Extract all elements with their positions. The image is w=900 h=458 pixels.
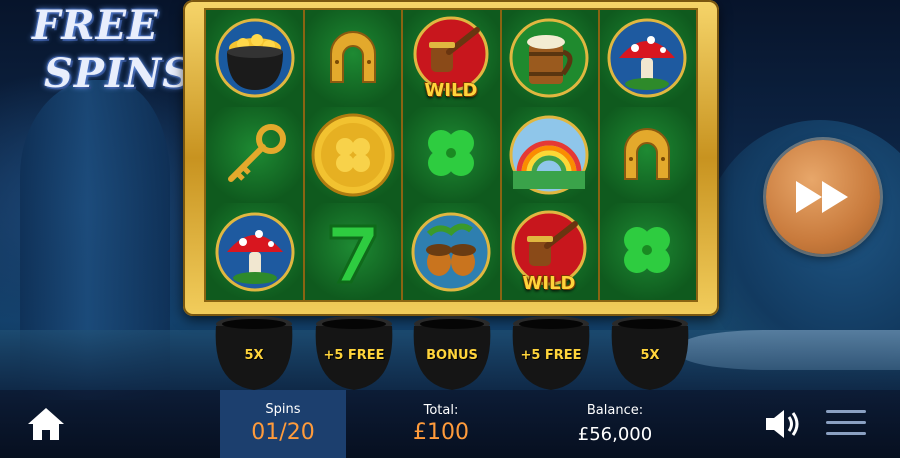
- horseshoe-icon: [330, 31, 376, 84]
- pot-label: 5X: [244, 348, 264, 363]
- horseshoe-icon: [624, 127, 670, 180]
- mushroom-icon: [215, 212, 295, 292]
- reel-cell: WILD: [500, 203, 598, 300]
- pot-plus5-free: +5 FREE: [308, 314, 400, 392]
- reel-grid: WILD WILD: [204, 8, 698, 302]
- reel-cell: [206, 203, 304, 300]
- hamburger-menu-icon: [826, 410, 866, 413]
- balance-label: Balance:: [586, 403, 644, 418]
- reel-cell: [598, 203, 696, 300]
- reel-divider: [303, 8, 305, 302]
- acorns-icon: [411, 212, 491, 292]
- sound-toggle-button[interactable]: [762, 406, 802, 442]
- hamburger-menu-icon: [826, 432, 866, 435]
- pot-plus5-free: +5 FREE: [505, 314, 597, 392]
- reel-cell: [304, 10, 402, 107]
- hamburger-menu-icon: [826, 421, 866, 424]
- spins-counter: Spins 01/20: [220, 390, 346, 458]
- pot-label: +5 FREE: [520, 348, 582, 363]
- reel-divider: [401, 8, 403, 302]
- reel-cell: [206, 10, 304, 107]
- spins-value: 01/20: [251, 420, 315, 445]
- mushroom-icon: [607, 18, 687, 98]
- wild-label: WILD: [424, 79, 478, 101]
- four-leaf-clover-icon: [624, 226, 670, 273]
- gold-clover-coin-icon: [311, 113, 395, 197]
- pot-5x: 5X: [604, 314, 696, 392]
- pot-label: BONUS: [426, 348, 478, 363]
- lucky-seven-icon: [329, 224, 377, 284]
- reel-cell: [598, 10, 696, 107]
- home-button[interactable]: [26, 406, 66, 442]
- reel-cell: [402, 203, 500, 300]
- spins-label: Spins: [265, 402, 301, 417]
- reel-cell: [206, 106, 304, 204]
- logo-line-2: SPINS: [44, 50, 193, 97]
- golden-key-icon: [228, 123, 286, 182]
- reel-cell: [304, 106, 402, 204]
- bonus-pots: 5X +5 FREE BONUS +5 FREE 5X: [208, 314, 700, 394]
- reel-divider: [500, 8, 502, 302]
- reel-cell: WILD: [402, 10, 500, 107]
- reel-cell: [304, 203, 402, 300]
- free-spins-logo: FREE SPINS: [12, 2, 191, 106]
- rainbow-icon: [509, 115, 589, 195]
- fast-forward-icon: [796, 181, 848, 213]
- total-value: £100: [413, 420, 469, 445]
- reel-cell: [598, 106, 696, 204]
- pot-of-gold-icon: [215, 18, 295, 98]
- beer-tankard-icon: [509, 18, 589, 98]
- reel-cell: [500, 10, 598, 107]
- total-label: Total:: [423, 403, 459, 418]
- four-leaf-clover-icon: [428, 129, 474, 176]
- home-icon: [28, 408, 64, 440]
- stone-path: [680, 330, 900, 370]
- speaker-icon: [766, 410, 799, 438]
- turbo-spin-button[interactable]: [766, 140, 880, 254]
- wild-label: WILD: [522, 272, 576, 294]
- bottom-bar: Spins 01/20 Total: £100 Balance: £56,000: [0, 390, 900, 458]
- pot-label: +5 FREE: [323, 348, 385, 363]
- reel-divider: [598, 8, 600, 302]
- reel-cell: [500, 106, 598, 204]
- menu-button[interactable]: [826, 410, 866, 438]
- pot-5x: 5X: [208, 314, 300, 392]
- pot-bonus: BONUS: [406, 314, 498, 392]
- balance-value: £56,000: [577, 424, 653, 445]
- reel-cell: [402, 106, 500, 204]
- logo-line-1: FREE: [32, 2, 159, 49]
- pot-label: 5X: [640, 348, 660, 363]
